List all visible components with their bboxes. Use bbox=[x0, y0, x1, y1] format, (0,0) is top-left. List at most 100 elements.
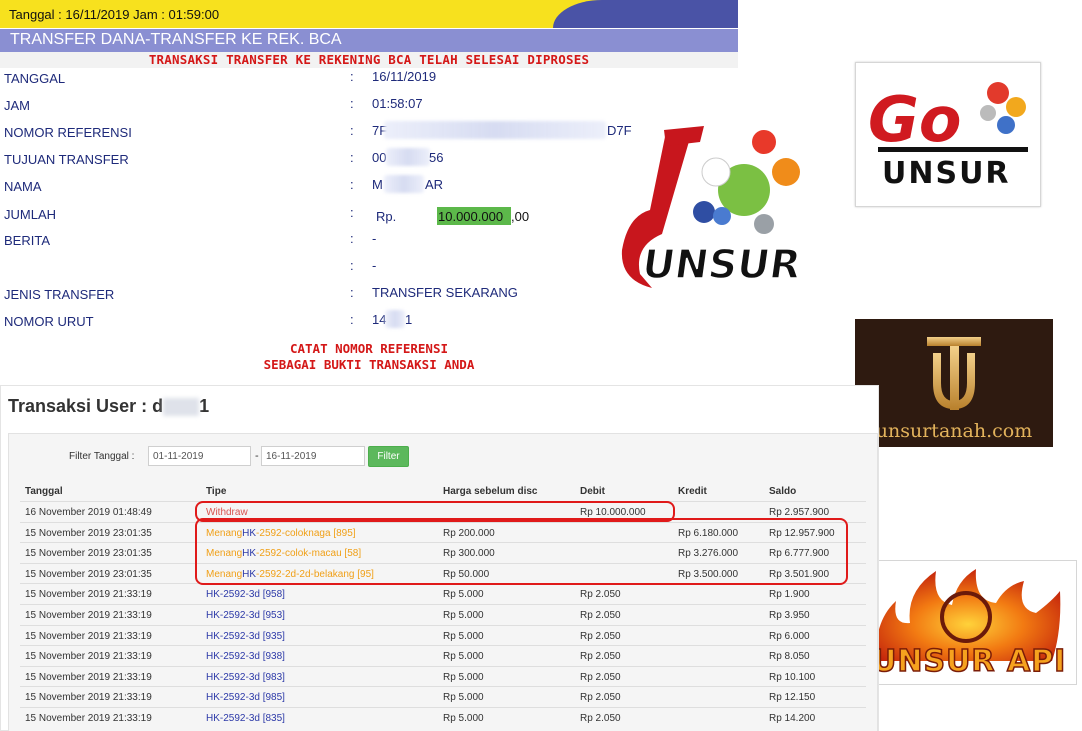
value-jenis-transfer: TRANSFER SEKARANG bbox=[372, 285, 518, 300]
transaction-title-prefix: Transaksi User : d bbox=[8, 396, 164, 416]
value-nomor-urut-end: 1 bbox=[405, 312, 413, 327]
cell-saldo: Rp 12.150 bbox=[769, 692, 816, 704]
logo-ball-orange bbox=[772, 158, 800, 186]
value-berita: - bbox=[372, 231, 377, 246]
label-berita: BERITA bbox=[4, 233, 50, 248]
colon: : bbox=[350, 312, 354, 327]
value-berita-2: - bbox=[372, 258, 377, 273]
unsurtanah-emblem bbox=[927, 337, 981, 410]
emblem-t-bar bbox=[927, 337, 981, 346]
table-row: 15 November 2019 21:33:19 Rp 5.000 Rp 2.05… bbox=[20, 645, 866, 666]
cell-harga: Rp 5.000 bbox=[443, 713, 484, 724]
cell-tanggal: 15 November 2019 21:33:19 bbox=[25, 671, 152, 683]
table-row: 15 November 2019 21:33:19 Rp 5.000 Rp 2.05… bbox=[20, 665, 866, 687]
column-header-harga[interactable]: Harga sebelum disc bbox=[443, 486, 537, 497]
go-text: Go bbox=[868, 83, 961, 156]
cell-tipe[interactable]: HK-2592-3d [983] bbox=[206, 672, 285, 683]
receipt-datetime: Tanggal : 16/11/2019 Jam : 01:59:00 bbox=[9, 7, 220, 22]
cell-tipe[interactable]: HK-2592-3d [985] bbox=[206, 692, 285, 703]
table-row: 15 November 2019 21:33:19 Rp 5.000 Rp 2.05… bbox=[20, 707, 866, 728]
tipe-market-link[interactable]: HK bbox=[206, 651, 220, 662]
unsur-api-logo: UNSUR API bbox=[855, 560, 1077, 685]
value-tujuan-start: 00 bbox=[372, 150, 387, 165]
cell-harga: Rp 5.000 bbox=[443, 671, 484, 683]
cell-tipe[interactable]: HK-2592-3d [835] bbox=[206, 713, 285, 724]
tipe-market-link[interactable]: HK bbox=[206, 589, 220, 600]
cell-debit: Rp 2.050 bbox=[580, 671, 621, 683]
cell-debit: Rp 2.050 bbox=[580, 610, 621, 621]
cell-debit: Rp 2.050 bbox=[580, 692, 621, 704]
tipe-detail[interactable]: -2592-3d [985] bbox=[220, 692, 285, 703]
cell-tanggal: 15 November 2019 21:33:19 bbox=[25, 713, 152, 724]
go-unsur-logo: Go UNSUR bbox=[855, 62, 1041, 207]
receipt-datetime-bar: Tanggal : 16/11/2019 Jam : 01:59:00 bbox=[0, 0, 738, 28]
filter-date-separator: - bbox=[255, 450, 259, 462]
tipe-market-link[interactable]: HK bbox=[206, 631, 220, 642]
filter-date-from[interactable]: 01-11-2019 bbox=[148, 446, 251, 466]
logo-ball-blue-small bbox=[713, 207, 731, 225]
colon: : bbox=[350, 123, 354, 138]
cell-saldo: Rp 3.950 bbox=[769, 610, 810, 621]
table-row: 15 November 2019 21:33:19 Rp 5.000 Rp 2.05… bbox=[20, 604, 866, 625]
label-jumlah: JUMLAH bbox=[4, 207, 57, 222]
tipe-detail[interactable]: -2592-3d [938] bbox=[220, 651, 285, 662]
tipe-market-link[interactable]: HK bbox=[206, 672, 220, 683]
cell-tipe[interactable]: HK-2592-3d [938] bbox=[206, 651, 285, 662]
cell-tipe[interactable]: HK-2592-3d [958] bbox=[206, 589, 285, 600]
value-nama-start: M bbox=[372, 177, 383, 192]
label-nomor-urut: NOMOR URUT bbox=[4, 314, 94, 329]
logo-ball-blue bbox=[693, 201, 715, 223]
value-jumlah-amount: 10.000.000 bbox=[438, 209, 504, 224]
cell-tipe[interactable]: HK-2592-3d [935] bbox=[206, 631, 285, 642]
transaction-title: Transaksi User : d 1 bbox=[8, 396, 209, 417]
unsur-api-text: UNSUR API bbox=[872, 644, 1066, 679]
cell-debit: Rp 2.050 bbox=[580, 589, 621, 601]
value-jam: 01:58:07 bbox=[372, 96, 423, 111]
reference-note-line-2: SEBAGAI BUKTI TRANSAKSI ANDA bbox=[263, 357, 475, 372]
cell-harga: Rp 5.000 bbox=[443, 589, 484, 601]
tipe-detail[interactable]: -2592-3d [983] bbox=[220, 672, 285, 683]
filter-button[interactable]: Filter bbox=[368, 446, 409, 467]
tipe-detail[interactable]: -2592-3d [958] bbox=[220, 589, 285, 600]
column-header-saldo[interactable]: Saldo bbox=[769, 486, 796, 497]
redacted-name bbox=[384, 175, 424, 193]
go-unsur-graphic: Go UNSUR bbox=[868, 82, 1028, 191]
cell-tanggal: 15 November 2019 21:33:19 bbox=[25, 651, 152, 663]
column-header-debit[interactable]: Debit bbox=[580, 486, 605, 497]
colon: : bbox=[350, 205, 354, 220]
colon: : bbox=[350, 69, 354, 84]
label-nomor-referensi: NOMOR REFERENSI bbox=[4, 125, 132, 140]
cell-saldo: Rp 6.000 bbox=[769, 630, 810, 642]
cell-saldo: Rp 8.050 bbox=[769, 651, 810, 663]
value-jumlah-decimal: ,00 bbox=[511, 209, 530, 224]
redacted-reference bbox=[384, 121, 606, 139]
tipe-market-link[interactable]: HK bbox=[206, 713, 220, 724]
colon: : bbox=[350, 285, 354, 300]
cell-harga: Rp 5.000 bbox=[443, 610, 484, 621]
unsur-api-graphic: UNSUR API bbox=[871, 569, 1066, 680]
tipe-detail[interactable]: -2592-3d [935] bbox=[220, 631, 285, 642]
logo-ball-grey bbox=[754, 214, 774, 234]
cell-tanggal: 15 November 2019 21:33:19 bbox=[25, 692, 152, 704]
column-header-tanggal[interactable]: Tanggal bbox=[25, 486, 63, 497]
go-ball-red bbox=[987, 82, 1009, 104]
cell-tipe[interactable]: HK-2592-3d [953] bbox=[206, 610, 285, 621]
redacted-username bbox=[163, 398, 200, 417]
cell-debit: Rp 2.050 bbox=[580, 630, 621, 642]
go-unsur-text: UNSUR bbox=[882, 156, 1011, 191]
filter-date-to[interactable]: 16-11-2019 bbox=[261, 446, 365, 466]
column-header-kredit[interactable]: Kredit bbox=[678, 486, 707, 497]
label-jenis-transfer: JENIS TRANSFER bbox=[4, 287, 115, 302]
logo-ball-white bbox=[701, 157, 731, 187]
label-tujuan-transfer: TUJUAN TRANSFER bbox=[4, 152, 129, 167]
tipe-detail[interactable]: -2592-3d [835] bbox=[220, 713, 285, 724]
reference-note-line-1: CATAT NOMOR REFERENSI bbox=[289, 341, 449, 356]
table-row: 15 November 2019 21:33:19 Rp 5.000 Rp 2.05… bbox=[20, 686, 866, 707]
column-header-tipe[interactable]: Tipe bbox=[206, 486, 226, 497]
cell-harga: Rp 5.000 bbox=[443, 630, 484, 642]
tipe-market-link[interactable]: HK bbox=[206, 692, 220, 703]
tipe-detail[interactable]: -2592-3d [953] bbox=[220, 610, 285, 621]
tipe-market-link[interactable]: HK bbox=[206, 610, 220, 621]
cell-tanggal: 15 November 2019 21:33:19 bbox=[25, 589, 152, 601]
go-ball-grey bbox=[980, 105, 996, 121]
